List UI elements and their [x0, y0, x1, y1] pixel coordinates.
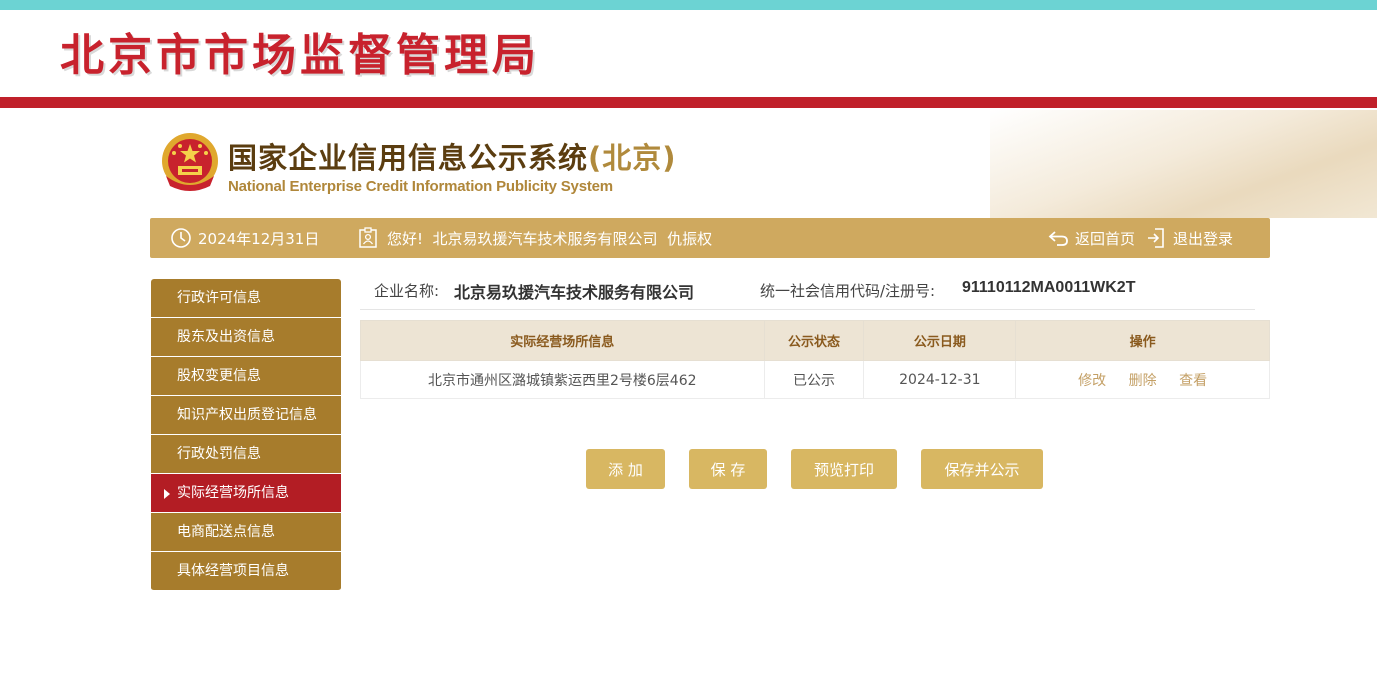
- home-link-label: 返回首页: [1075, 229, 1136, 248]
- column-header: 操作: [1015, 320, 1270, 361]
- system-title-en: National Enterprise Credit Information P…: [228, 178, 613, 195]
- address-cell: 北京市通州区潞城镇紫运西里2号楼6层462: [360, 360, 765, 399]
- table-header-row: 实际经营场所信息 公示状态 公示日期 操作: [360, 320, 1270, 361]
- logout-link[interactable]: 退出登录: [1146, 218, 1233, 258]
- operations-cell: 修改 删除 查看: [1015, 360, 1270, 399]
- user-greeting: 您好! 北京易玖援汽车技术服务有限公司 仇振权: [358, 218, 712, 258]
- system-title: 国家企业信用信息公示系统(北京): [228, 140, 677, 176]
- greeting-text: 您好! 北京易玖援汽车技术服务有限公司 仇振权: [387, 229, 713, 248]
- sidebar-item-shareholder-investment[interactable]: 股东及出资信息: [151, 318, 341, 357]
- national-emblem-icon: [160, 132, 220, 194]
- sidebar-item-ecommerce-delivery[interactable]: 电商配送点信息: [151, 513, 341, 552]
- home-link[interactable]: 返回首页: [1048, 218, 1135, 258]
- edit-link[interactable]: 修改: [1078, 373, 1106, 389]
- save-and-publish-button[interactable]: 保存并公示: [921, 449, 1043, 489]
- logout-link-label: 退出登录: [1173, 229, 1234, 248]
- company-name-label: 企业名称:: [374, 282, 440, 300]
- info-bar: 2024年12月31日 您好! 北京易玖援汽车技术服务有限公司 仇振权 返回首页…: [150, 218, 1270, 258]
- column-header: 实际经营场所信息: [360, 320, 765, 361]
- sidebar-item-business-projects[interactable]: 具体经营项目信息: [151, 552, 341, 591]
- premises-table: 实际经营场所信息 公示状态 公示日期 操作 北京市通州区潞城镇紫运西里2号楼6层…: [360, 320, 1270, 399]
- sidebar-item-ip-pledge[interactable]: 知识产权出质登记信息: [151, 396, 341, 435]
- save-button[interactable]: 保 存: [689, 449, 767, 489]
- column-header: 公示状态: [763, 320, 865, 361]
- view-link[interactable]: 查看: [1179, 373, 1207, 389]
- date-cell: 2024-12-31: [863, 360, 1017, 399]
- credit-code-label: 统一社会信用代码/注册号:: [760, 282, 936, 300]
- red-band: [0, 97, 1377, 108]
- date-text: 2024年12月31日: [198, 229, 320, 248]
- user-card-icon: [358, 227, 378, 249]
- clock-icon: [170, 227, 192, 249]
- mountain-decoration: [990, 110, 1377, 218]
- company-info: 企业名称: 北京易玖援汽车技术服务有限公司 统一社会信用代码/注册号: 9111…: [360, 270, 1255, 310]
- credit-code: 91110112MA0011WK2T: [962, 279, 1136, 296]
- delete-link[interactable]: 删除: [1129, 373, 1157, 389]
- top-accent-strip: [0, 0, 1377, 10]
- bureau-title: 北京市市场监督管理局: [60, 30, 540, 81]
- preview-print-button[interactable]: 预览打印: [791, 449, 897, 489]
- column-header: 公示日期: [863, 320, 1017, 361]
- sidebar-menu: 行政许可信息 股东及出资信息 股权变更信息 知识产权出质登记信息 行政处罚信息 …: [151, 279, 341, 591]
- date-display: 2024年12月31日: [170, 218, 319, 258]
- table-row: 北京市通州区潞城镇紫运西里2号楼6层462 已公示 2024-12-31 修改 …: [360, 360, 1270, 399]
- system-title-cn: 国家企业信用信息公示系统: [228, 141, 589, 175]
- active-arrow-icon: [164, 489, 170, 499]
- company-name: 北京易玖援汽车技术服务有限公司: [454, 283, 695, 302]
- logout-icon: [1146, 227, 1166, 249]
- add-button[interactable]: 添 加: [586, 449, 665, 489]
- sidebar-item-business-premises[interactable]: 实际经营场所信息: [151, 474, 341, 513]
- system-title-region: (北京): [588, 141, 677, 175]
- sidebar-item-admin-penalty[interactable]: 行政处罚信息: [151, 435, 341, 474]
- status-cell: 已公示: [763, 360, 865, 399]
- sidebar-item-equity-change[interactable]: 股权变更信息: [151, 357, 341, 396]
- sidebar-item-admin-license[interactable]: 行政许可信息: [151, 279, 341, 318]
- return-icon: [1048, 228, 1070, 248]
